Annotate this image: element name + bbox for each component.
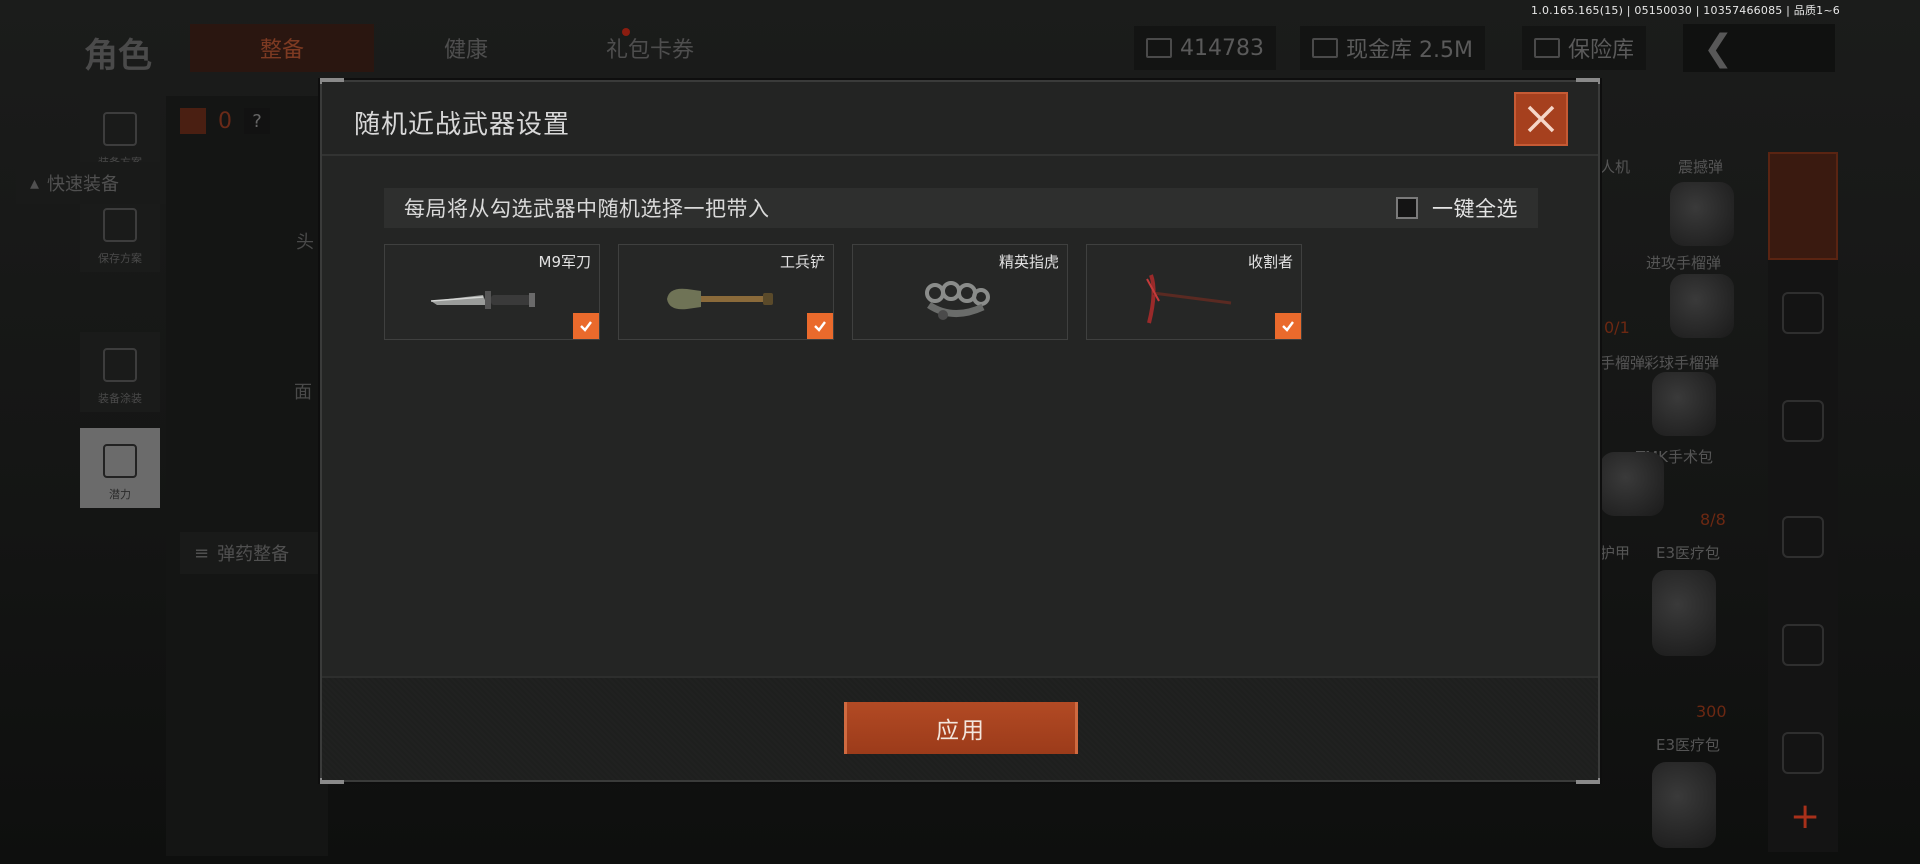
- color-grenade-image[interactable]: [1652, 372, 1716, 436]
- loadout-panel: [166, 96, 328, 856]
- loadout-count: 0: [218, 108, 232, 134]
- add-icon[interactable]: +: [1790, 796, 1820, 837]
- quick-equip-label: 快速装备: [47, 174, 120, 195]
- dialog-title: 随机近战武器设置: [354, 110, 571, 140]
- item-e3-medkit: E3医疗包: [1656, 544, 1721, 562]
- weapon-checkbox[interactable]: [807, 313, 833, 339]
- ammo-equip-label: 弹药整备: [217, 544, 290, 565]
- tab-gift-coupons-label: 礼包卡券: [605, 38, 694, 63]
- weapon-checkbox[interactable]: [1275, 313, 1301, 339]
- head-slot-label: 头: [296, 232, 314, 253]
- backpack-icon: [180, 108, 206, 134]
- back-arrow-icon: ❮: [1703, 27, 1734, 69]
- hint-bar: 每局将从勾选武器中随机选择一把带入 一键全选: [384, 188, 1538, 228]
- currency-display: 414783: [1134, 26, 1276, 70]
- weapon-card-reaper[interactable]: 收割者: [1086, 244, 1302, 340]
- notification-dot: [622, 28, 630, 36]
- close-icon: [1527, 105, 1555, 133]
- nav-potential[interactable]: 潜力: [80, 428, 160, 508]
- category-attachment[interactable]: [1782, 624, 1824, 666]
- item-flashbang: 震撼弹: [1678, 158, 1724, 176]
- nav-label: 装备涂装: [98, 392, 142, 405]
- grenade-image[interactable]: [1670, 274, 1734, 338]
- list-icon: ≡: [194, 542, 210, 564]
- check-icon: [580, 321, 592, 332]
- category-ammo[interactable]: [1768, 152, 1838, 260]
- tmk-count: 8/8: [1700, 510, 1726, 529]
- help-icon[interactable]: ?: [244, 108, 270, 134]
- check-icon: [1282, 321, 1294, 332]
- dialog-footer: 应用: [322, 676, 1598, 780]
- shovel-icon: [667, 288, 773, 310]
- random-melee-dialog: 随机近战武器设置 每局将从勾选武器中随机选择一把带入 一键全选 M9军刀 工兵铲…: [320, 78, 1600, 784]
- right-toolbar: [1768, 152, 1838, 852]
- category-gun[interactable]: [1782, 400, 1824, 442]
- bolt-icon: [103, 444, 137, 478]
- nav-label: 潜力: [109, 488, 131, 501]
- weapon-name: 精英指虎: [998, 253, 1059, 271]
- flashbang-image[interactable]: [1670, 182, 1734, 246]
- apply-button[interactable]: 应用: [844, 702, 1078, 754]
- safe-button[interactable]: 保险库: [1522, 26, 1647, 70]
- weapon-grid: M9军刀 工兵铲 精英指虎 收割者: [384, 244, 1302, 340]
- cash-vault-button[interactable]: 现金库 2.5M: [1300, 26, 1485, 70]
- pickaxe-icon: [1146, 274, 1232, 324]
- item-hand-grenade: 手榴弹: [1600, 354, 1646, 372]
- left-nav: 装备方案 保存方案 装备涂装 潜力: [80, 96, 160, 524]
- ammo-equip-button[interactable]: ≡ 弹药整备: [180, 532, 330, 574]
- safe-icon: [1534, 38, 1560, 58]
- slot-count: 0/1: [1604, 318, 1630, 337]
- currency-value: 414783: [1180, 35, 1264, 61]
- select-all-toggle[interactable]: 一键全选: [1396, 188, 1518, 228]
- face-slot-label: 面: [294, 382, 312, 403]
- nav-skins[interactable]: 装备涂装: [80, 332, 160, 412]
- medkit-image[interactable]: [1652, 570, 1716, 656]
- weapon-card-shovel[interactable]: 工兵铲: [618, 244, 834, 340]
- currency-icon: [1146, 38, 1172, 58]
- nav-label: 保存方案: [98, 252, 142, 265]
- hint-text: 每局将从勾选武器中随机选择一把带入: [404, 197, 770, 221]
- weapon-name: M9军刀: [538, 253, 592, 271]
- category-misc[interactable]: [1782, 732, 1824, 774]
- cash-vault-label: 现金库 2.5M: [1346, 38, 1473, 63]
- tmk-image[interactable]: [1600, 452, 1664, 516]
- weapon-checkbox[interactable]: [573, 313, 599, 339]
- check-icon: [814, 321, 826, 332]
- nav-save-plan[interactable]: 保存方案: [80, 192, 160, 272]
- game-screen: 1.0.165.165(15) | 05150030 | 10357466085…: [0, 0, 1920, 864]
- safe-label: 保险库: [1568, 38, 1635, 63]
- quick-equip-button[interactable]: ▴ 快速装备: [16, 162, 166, 204]
- item-e3-medkit-2: E3医疗包: [1656, 736, 1721, 754]
- back-button[interactable]: ❮: [1683, 24, 1835, 72]
- medkit-price: 300: [1696, 702, 1727, 721]
- helmet-icon: [103, 348, 137, 382]
- tab-equip[interactable]: 整备: [190, 24, 374, 72]
- select-all-checkbox[interactable]: [1396, 197, 1418, 219]
- knife-icon: [430, 291, 535, 309]
- tab-gift-coupons[interactable]: 礼包卡券: [558, 24, 742, 72]
- dialog-header: 随机近战武器设置: [322, 82, 1598, 156]
- version-info: 1.0.165.165(15) | 05150030 | 10357466085…: [1531, 4, 1840, 17]
- vault-icon: [1312, 38, 1338, 58]
- item-color-grenade: 彩球手榴弹: [1644, 354, 1720, 372]
- weapon-name: 收割者: [1247, 253, 1293, 271]
- download-icon: [103, 208, 137, 242]
- brass-knuckles-icon: [925, 281, 990, 320]
- tab-health[interactable]: 健康: [374, 24, 558, 72]
- category-magazine[interactable]: [1782, 516, 1824, 558]
- vest-icon: [103, 112, 137, 146]
- category-grenade[interactable]: [1782, 292, 1824, 334]
- shirt-icon: ▴: [30, 172, 40, 194]
- weapon-card-m9[interactable]: M9军刀: [384, 244, 600, 340]
- close-button[interactable]: [1514, 92, 1568, 146]
- item-armor: 护甲: [1600, 544, 1631, 562]
- select-all-label: 一键全选: [1432, 197, 1518, 221]
- page-title: 角色: [84, 36, 152, 76]
- item-offensive-grenade: 进攻手榴弹: [1646, 254, 1722, 272]
- medkit-image-2[interactable]: [1652, 762, 1716, 848]
- item-drone: 人机: [1600, 158, 1631, 176]
- weapon-card-knuckles[interactable]: 精英指虎: [852, 244, 1068, 340]
- loadout-summary: 0 ?: [180, 108, 270, 134]
- weapon-name: 工兵铲: [779, 253, 825, 271]
